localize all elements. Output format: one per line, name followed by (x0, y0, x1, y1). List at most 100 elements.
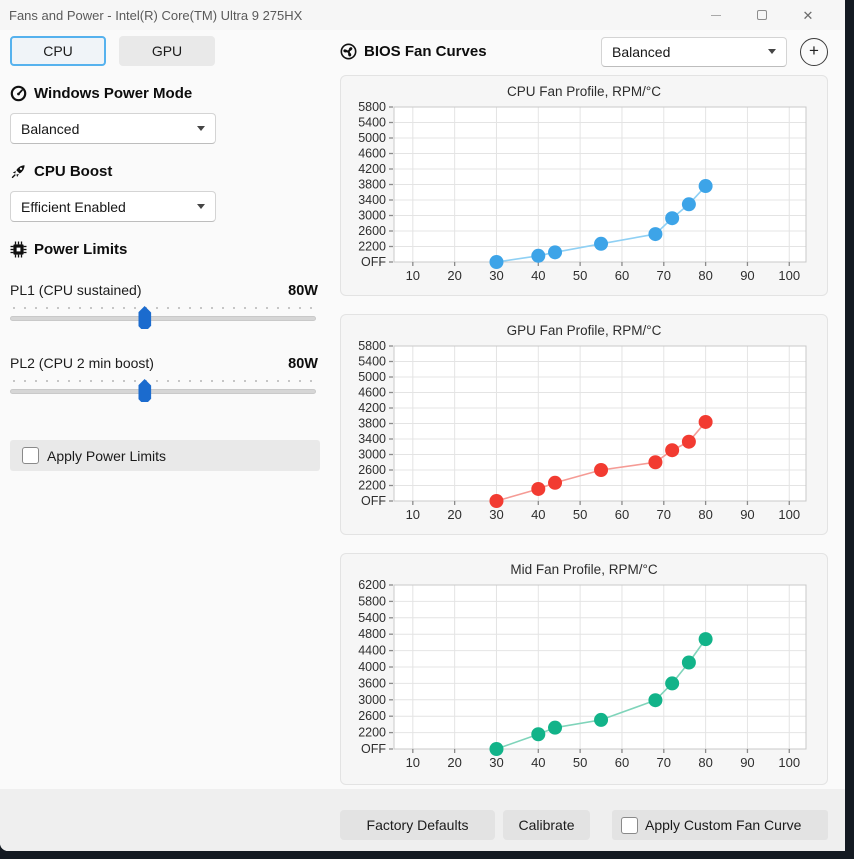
svg-text:5000: 5000 (358, 131, 386, 145)
data-point[interactable] (594, 463, 609, 477)
svg-text:80: 80 (698, 755, 712, 770)
svg-text:6200: 6200 (358, 578, 386, 592)
svg-text:OFF: OFF (361, 255, 386, 269)
close-button[interactable]: ✕ (785, 0, 831, 30)
window-controls: ✕ (693, 0, 845, 30)
svg-text:70: 70 (657, 755, 671, 770)
svg-text:100: 100 (778, 507, 800, 522)
chart-canvas: OFF2200 26003000 34003800 42004600 50005400 5… (358, 339, 807, 522)
data-point[interactable] (648, 227, 663, 242)
pl2-slider[interactable] (10, 374, 316, 404)
svg-text:5400: 5400 (358, 355, 386, 369)
chevron-down-icon (768, 49, 776, 54)
svg-text:4000: 4000 (358, 660, 386, 674)
svg-text:50: 50 (573, 268, 587, 283)
data-point[interactable] (594, 712, 609, 727)
svg-text:5800: 5800 (358, 100, 386, 114)
gauge-icon (10, 85, 27, 102)
plus-icon: + (809, 41, 819, 60)
svg-text:30: 30 (489, 268, 503, 283)
svg-text:3000: 3000 (358, 448, 386, 462)
window-title: Fans and Power - Intel(R) Core(TM) Ultra… (9, 7, 303, 23)
data-point[interactable] (489, 742, 504, 756)
close-icon: ✕ (802, 7, 814, 23)
data-point[interactable] (489, 494, 504, 508)
tab-gpu[interactable]: GPU (119, 36, 215, 66)
svg-text:OFF: OFF (361, 742, 386, 756)
svg-text:20: 20 (447, 507, 461, 522)
svg-text:5800: 5800 (358, 594, 386, 608)
data-point[interactable] (531, 248, 546, 263)
data-point[interactable] (665, 443, 680, 458)
data-point[interactable] (698, 414, 713, 429)
data-point[interactable] (548, 720, 563, 735)
power-mode-heading: Windows Power Mode (10, 85, 332, 102)
data-point[interactable] (648, 693, 663, 708)
data-point[interactable] (698, 179, 713, 194)
svg-text:3600: 3600 (358, 676, 386, 690)
svg-text:5400: 5400 (358, 611, 386, 625)
maximize-button[interactable] (739, 0, 785, 30)
fan-preset-select[interactable]: Balanced (601, 36, 787, 67)
svg-text:2600: 2600 (358, 224, 386, 238)
svg-text:20: 20 (447, 268, 461, 283)
fan-preset-value: Balanced (612, 43, 671, 60)
pl2-row: PL2 (CPU 2 min boost) 80W (10, 355, 318, 372)
svg-text:5000: 5000 (358, 370, 386, 384)
apply-power-limits-container[interactable]: Apply Power Limits (10, 440, 320, 471)
add-profile-button[interactable]: + (800, 37, 828, 66)
data-point[interactable] (531, 481, 546, 496)
data-point[interactable] (681, 434, 696, 449)
apply-custom-fan-curve-label: Apply Custom Fan Curve (645, 817, 802, 833)
data-point[interactable] (681, 197, 696, 212)
svg-text:70: 70 (657, 507, 671, 522)
pl1-slider[interactable] (10, 301, 316, 331)
data-point[interactable] (531, 727, 546, 742)
pl1-slider-thumb[interactable] (138, 306, 152, 329)
svg-text:2200: 2200 (358, 726, 386, 740)
svg-text:30: 30 (489, 507, 503, 522)
data-point[interactable] (594, 236, 609, 251)
factory-defaults-button[interactable]: Factory Defaults (340, 810, 495, 840)
apply-custom-fan-curve-checkbox[interactable] (621, 816, 638, 834)
calibrate-button[interactable]: Calibrate (503, 810, 590, 840)
apply-custom-fan-curve-container[interactable]: Apply Custom Fan Curve (612, 810, 828, 840)
apply-power-limits-checkbox[interactable] (22, 447, 39, 464)
slider-track[interactable] (10, 389, 316, 394)
data-point[interactable] (665, 211, 680, 226)
gpu-fan-chart-card: GPU Fan Profile, RPM/°C OFF 2200 2600 3000 3… (340, 314, 828, 535)
slider-track[interactable] (10, 316, 316, 321)
cpu-gpu-tabs: CPU GPU (10, 36, 332, 66)
svg-text:OFF: OFF (361, 494, 386, 508)
data-point[interactable] (681, 655, 696, 670)
data-point[interactable] (698, 632, 713, 647)
svg-text:80: 80 (698, 507, 712, 522)
windows-power-mode-value: Balanced (21, 120, 80, 137)
svg-text:2200: 2200 (358, 479, 386, 493)
slider-tick-marks (13, 307, 313, 309)
minimize-button[interactable] (693, 0, 739, 30)
svg-text:60: 60 (615, 755, 629, 770)
chart-canvas: OFF 2200 2600 3000 3600 4000 4400 4800 5400 5800 6… (358, 578, 807, 770)
power-limits-heading: Power Limits (10, 241, 332, 258)
svg-text:5800: 5800 (358, 339, 386, 353)
svg-text:90: 90 (740, 755, 754, 770)
windows-power-mode-select[interactable]: Balanced (10, 113, 216, 144)
cpu-boost-select[interactable]: Efficient Enabled (10, 191, 216, 222)
footer-strip: Factory Defaults Calibrate Apply Custom … (0, 789, 845, 851)
pl2-slider-thumb[interactable] (138, 379, 152, 402)
data-point[interactable] (548, 245, 563, 260)
svg-text:2600: 2600 (358, 463, 386, 477)
data-point[interactable] (648, 455, 663, 470)
data-point[interactable] (665, 676, 680, 691)
data-point[interactable] (548, 475, 563, 490)
pl1-value: 80W (288, 283, 318, 299)
pl1-label: PL1 (CPU sustained) (10, 282, 142, 298)
data-point[interactable] (489, 255, 504, 269)
fan-charts-container: CPU Fan Profile, RPM/°C OFF 2200 2600 3000 3… (340, 75, 828, 785)
svg-text:3800: 3800 (358, 178, 386, 192)
tab-cpu[interactable]: CPU (10, 36, 106, 66)
pl1-row: PL1 (CPU sustained) 80W (10, 282, 318, 299)
svg-text:60: 60 (615, 507, 629, 522)
svg-text:4400: 4400 (358, 644, 386, 658)
